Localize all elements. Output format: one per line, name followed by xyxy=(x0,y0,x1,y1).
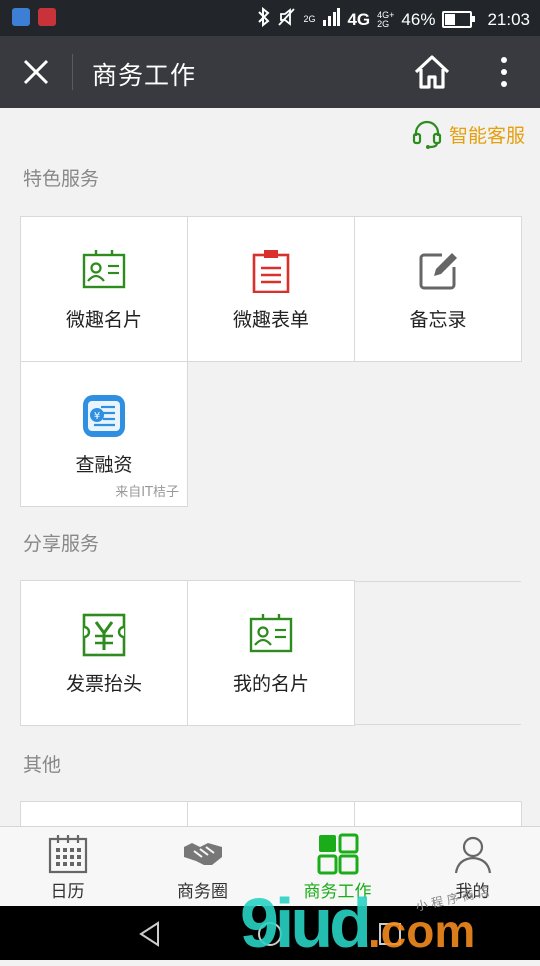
tab-label: 商务圈 xyxy=(177,882,228,902)
battery-percent: 46% xyxy=(401,9,436,29)
battery-icon xyxy=(442,11,476,28)
section-title-featured: 特色服务 xyxy=(23,168,100,190)
calendar-icon xyxy=(48,835,87,874)
finance-search-icon: ¥ xyxy=(83,395,125,437)
empty-tile xyxy=(355,581,521,725)
empty-cell xyxy=(188,362,354,506)
watermark-main: 9iud xyxy=(240,884,372,962)
tab-label: 日历 xyxy=(50,882,85,902)
home-icon xyxy=(414,55,450,89)
gallery-notification-icon xyxy=(12,8,30,26)
more-options-button[interactable] xyxy=(492,54,516,90)
clock: 21:03 xyxy=(487,9,530,29)
person-icon xyxy=(454,836,491,874)
share-grid: 发票抬头 我的名片 xyxy=(20,580,521,726)
business-card-icon xyxy=(249,614,293,653)
signal-icon xyxy=(322,8,341,31)
page-title: 商务工作 xyxy=(92,61,197,90)
tile-label: 查融资 xyxy=(75,454,133,476)
battery-fill xyxy=(445,14,456,25)
tab-calendar[interactable]: 日历 xyxy=(0,827,135,907)
grid-apps-icon xyxy=(317,833,358,875)
back-triangle-icon xyxy=(139,921,159,947)
business-card-icon xyxy=(82,250,126,289)
home-button[interactable] xyxy=(412,52,452,92)
tile-my-card[interactable]: 我的名片 xyxy=(187,580,355,726)
secondary-network-bottom: 2G xyxy=(377,18,390,29)
tile-memo[interactable]: 备忘录 xyxy=(354,216,522,362)
tile-source-label: 来自IT桔子 xyxy=(115,485,179,500)
tile-weiqu-form[interactable]: 微趣表单 xyxy=(187,216,355,362)
back-button[interactable] xyxy=(136,920,164,952)
smart-support-label: 智能客服 xyxy=(448,124,525,147)
tile-label: 微趣表单 xyxy=(232,309,309,331)
main-content: 智能客服 特色服务 微趣名片 微趣表单 备忘录 ¥ 查融资 来自IT桔子 分享服… xyxy=(0,108,540,826)
title-divider xyxy=(72,54,73,90)
tile-finance-search[interactable]: ¥ 查融资 来自IT桔子 xyxy=(20,361,188,507)
edit-note-icon xyxy=(419,253,457,290)
more-vertical-icon xyxy=(501,57,507,87)
notification-icons xyxy=(12,8,56,26)
status-indicators: 2G 4G 4G+ 2G 46% 21:03 xyxy=(257,6,530,32)
other-grid xyxy=(20,801,522,826)
tile-other[interactable] xyxy=(20,801,188,826)
tile-label: 备忘录 xyxy=(409,309,467,331)
headset-icon xyxy=(412,120,442,149)
clipboard-form-icon xyxy=(252,250,290,293)
tile-label: 我的名片 xyxy=(232,673,309,695)
tile-other[interactable] xyxy=(354,801,522,826)
smart-support-link[interactable]: 智能客服 xyxy=(411,118,525,150)
bluetooth-icon xyxy=(257,6,271,32)
tile-weiqu-card[interactable]: 微趣名片 xyxy=(20,216,188,362)
tile-other[interactable] xyxy=(187,801,355,826)
section-title-other: 其他 xyxy=(23,754,62,776)
close-button[interactable] xyxy=(18,54,54,90)
close-icon xyxy=(23,59,49,85)
secondary-network: 4G+ 2G xyxy=(377,10,394,29)
network-type-label: 4G xyxy=(347,9,371,29)
title-bar: 商务工作 xyxy=(0,36,540,108)
tile-invoice-title[interactable]: 发票抬头 xyxy=(20,580,188,726)
huawei-notification-icon xyxy=(38,8,56,26)
handshake-icon xyxy=(183,843,222,865)
featured-grid: 微趣名片 微趣表单 备忘录 ¥ 查融资 来自IT桔子 xyxy=(20,216,522,507)
tile-label: 微趣名片 xyxy=(65,309,142,331)
network-small-label: 2G xyxy=(303,14,316,24)
mute-icon xyxy=(278,7,296,32)
section-title-share: 分享服务 xyxy=(23,533,100,555)
empty-cell xyxy=(355,362,521,506)
svg-text:¥: ¥ xyxy=(94,411,100,422)
invoice-yen-icon xyxy=(82,613,126,657)
status-bar: 2G 4G 4G+ 2G 46% 21:03 xyxy=(0,0,540,36)
tile-label: 发票抬头 xyxy=(65,673,142,695)
